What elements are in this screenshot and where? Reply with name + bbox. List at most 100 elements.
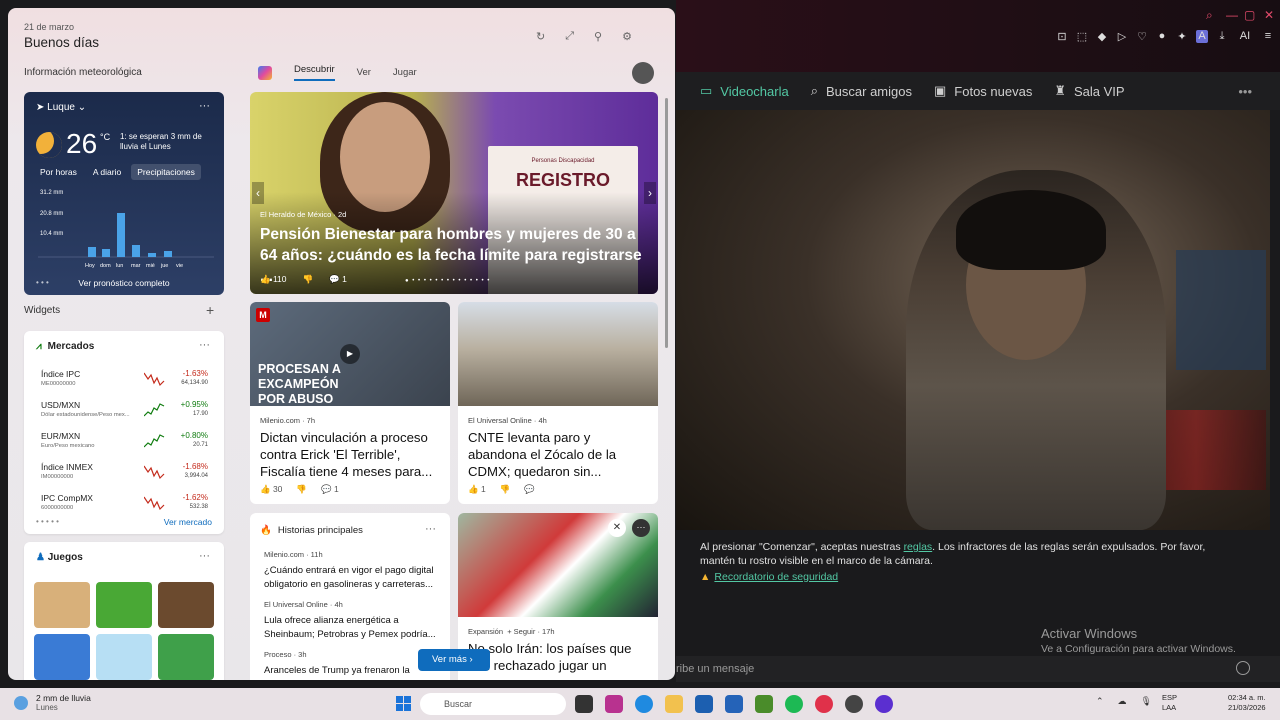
nav-videochat[interactable]: ▭ Videocharla (700, 83, 789, 99)
game-tile[interactable] (158, 582, 214, 628)
clock[interactable]: 02:34 a. m. 21/03/2026 (1228, 693, 1266, 713)
taskbar-weather[interactable]: 2 mm de lluvia Lunes (14, 693, 91, 712)
tab-precipitation[interactable]: Precipitaciones (131, 164, 201, 180)
start-button[interactable] (396, 696, 412, 712)
more-icon[interactable]: ••• (1238, 84, 1252, 99)
story-title[interactable]: CNTE levanta paro y abandona el Zócalo d… (468, 429, 652, 480)
list-item[interactable]: Proceso · 3h Aranceles de Trump ya frena… (264, 650, 444, 678)
nav-new-photos[interactable]: ▣ Fotos nuevas (934, 83, 1032, 99)
screenshot-icon[interactable]: ⬚ (1076, 30, 1088, 43)
tab-discover[interactable]: Descubrir (294, 64, 335, 81)
play-icon[interactable]: ▶ (340, 344, 360, 364)
news-card[interactable]: El Universal Online · 4h CNTE levanta pa… (458, 302, 658, 504)
tab-watch[interactable]: Ver (357, 67, 371, 78)
more-icon[interactable]: ··· (199, 550, 210, 562)
nav-vip-room[interactable]: ♜ Sala VIP (1054, 83, 1124, 99)
menu-icon[interactable]: ≡ (1262, 30, 1274, 43)
chevron-up-icon[interactable]: ⌃ (1096, 696, 1104, 707)
follow-button[interactable]: + Seguir (507, 627, 535, 636)
puzzle-icon[interactable]: ✦ (1176, 30, 1188, 43)
close-icon[interactable]: ✕ (608, 519, 626, 537)
play-icon[interactable]: ▷ (1116, 30, 1128, 43)
search-icon[interactable]: ⌕ (1206, 8, 1213, 23)
store-icon[interactable] (695, 695, 713, 713)
list-item[interactable]: Milenio.com · 11h ¿Cuándo entrará en vig… (264, 550, 444, 592)
market-row[interactable]: USD/MXN Dólar estadounidense/Peso mex... +… (32, 396, 216, 424)
more-icon[interactable]: ··· (199, 100, 210, 112)
game-tile[interactable] (34, 634, 90, 680)
dislike-icon[interactable]: 👎 (500, 484, 511, 495)
game-tile[interactable] (158, 634, 214, 680)
more-icon[interactable]: ··· (425, 523, 436, 535)
profile-icon[interactable]: A (1196, 30, 1208, 43)
settings-icon[interactable]: ⚙ (622, 30, 632, 43)
dislike-icon[interactable]: 👎 (303, 274, 314, 285)
market-row[interactable]: EUR/MXN Euro/Peso mexicano +0.80% 20.71 (32, 427, 216, 455)
edge-icon[interactable] (635, 695, 653, 713)
games-card[interactable]: ♟ Juegos ··· (24, 542, 224, 680)
safety-reminder-link[interactable]: Recordatorio de seguridad (714, 570, 838, 584)
game-tile[interactable] (34, 582, 90, 628)
comment-button[interactable]: 💬 1 (321, 484, 339, 495)
emoji-icon[interactable] (1236, 661, 1250, 675)
see-market-link[interactable]: Ver mercado (164, 517, 212, 527)
game-tile[interactable] (96, 634, 152, 680)
market-row[interactable]: IPC CompMX 6000000000 -1.62% 532.38 (32, 489, 216, 517)
dislike-icon[interactable]: 👎 (296, 484, 307, 495)
file-explorer-icon[interactable] (665, 695, 683, 713)
pin-icon[interactable]: ⚲ (594, 30, 602, 43)
carousel-dots[interactable]: ● • • • • • • • • • • • • • • (405, 278, 490, 284)
like-button[interactable]: 👍 1 (468, 484, 486, 495)
more-icon[interactable]: ··· (199, 339, 210, 351)
minecraft-icon[interactable] (755, 695, 773, 713)
full-forecast-link[interactable]: Ver pronóstico completo (24, 278, 224, 288)
language-indicator[interactable]: ESP LAA (1162, 693, 1177, 713)
rules-link[interactable]: reglas (904, 541, 933, 553)
opera-icon[interactable] (815, 695, 833, 713)
tab-hourly[interactable]: Por horas (34, 164, 83, 180)
story-title[interactable]: No solo Irán: los países que han rechaza… (468, 640, 652, 674)
see-more-button[interactable]: Ver más › (418, 649, 490, 671)
markets-card[interactable]: ⩘ Mercados ··· Índice IPC ME00000000 -1.63%… (24, 331, 224, 534)
maximize-icon[interactable]: ▢ (1244, 8, 1255, 22)
game-tile[interactable] (96, 582, 152, 628)
hero-story[interactable]: Personas Discapacidad REGISTRO ‹ › El He… (250, 92, 658, 294)
message-input[interactable]: ribe un mensaje (676, 656, 1280, 682)
app-icon[interactable] (605, 695, 623, 713)
comment-icon[interactable]: 💬 (524, 484, 535, 495)
story-title[interactable]: Dictan vinculación a proceso contra Eric… (260, 429, 444, 480)
like-button[interactable]: 👍 30 (260, 484, 282, 495)
weather-card[interactable]: ➤ Luque ⌄ ··· 26 °C 1: se esperan 3 mm d… (24, 92, 224, 295)
market-row[interactable]: Índice INMEX IM00000000 -1.68% 3,994.04 (32, 458, 216, 486)
news-card[interactable]: M ▶ PROCESAN A EXCAMPEÓN POR ABUSO Milen… (250, 302, 450, 504)
microphone-icon[interactable]: 🎙 (1141, 696, 1152, 707)
ai-button[interactable]: AI (1236, 30, 1254, 43)
scrollbar[interactable] (665, 98, 668, 348)
expand-icon[interactable]: ⤢ (565, 30, 574, 43)
heart-icon[interactable]: ♡ (1136, 30, 1148, 43)
chevron-right-icon[interactable]: › (644, 182, 656, 204)
list-item[interactable]: El Universal Online · 4h Lula ofrece ali… (264, 600, 444, 642)
app-icon[interactable] (875, 695, 893, 713)
taskbar-search[interactable]: Buscar (420, 693, 566, 715)
chevron-left-icon[interactable]: ‹ (252, 182, 264, 204)
avatar[interactable] (632, 62, 654, 84)
add-widget-icon[interactable]: + (206, 302, 214, 318)
markets-pager[interactable]: • • • • • (36, 517, 59, 526)
market-row[interactable]: Índice IPC ME00000000 -1.63% 64,134.90 (32, 365, 216, 393)
refresh-icon[interactable]: ↻ (536, 30, 545, 43)
cloud-icon[interactable]: ☁ (1118, 696, 1127, 707)
spotify-icon[interactable] (785, 695, 803, 713)
comment-button[interactable]: 💬 1 (329, 274, 347, 285)
bookmark-icon[interactable]: ⊡ (1056, 30, 1068, 43)
close-icon[interactable]: ✕ (1264, 8, 1274, 22)
tab-play[interactable]: Jugar (393, 67, 417, 78)
minimize-icon[interactable]: — (1226, 8, 1238, 22)
nav-find-friends[interactable]: ⌕ Buscar amigos (811, 83, 912, 99)
task-view-icon[interactable] (575, 695, 593, 713)
outlook-icon[interactable] (725, 695, 743, 713)
tab-daily[interactable]: A diario (87, 164, 127, 180)
like-button[interactable]: 👍 110 (260, 274, 287, 285)
more-icon[interactable]: ··· (632, 519, 650, 537)
app-icon[interactable] (845, 695, 863, 713)
